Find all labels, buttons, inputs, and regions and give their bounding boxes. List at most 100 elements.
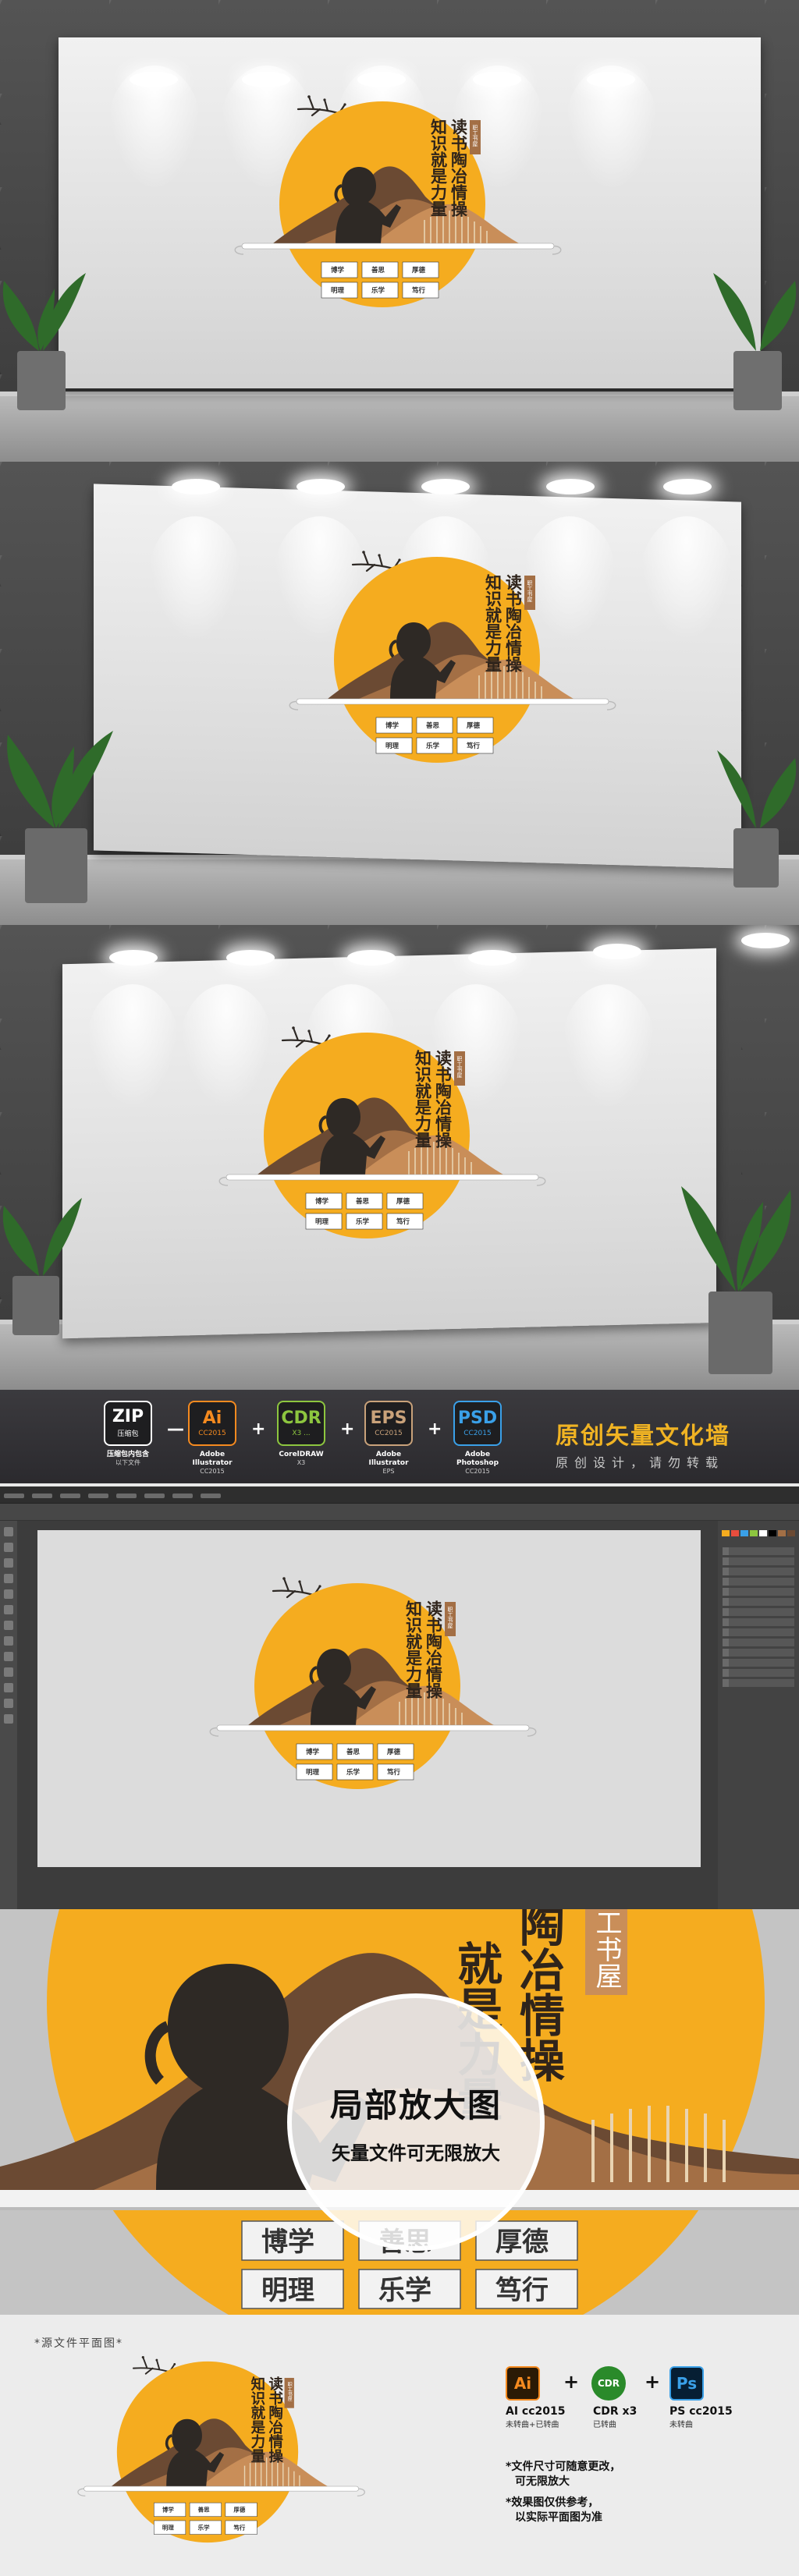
tile-label: 乐学 (378, 2275, 431, 2306)
gradient-tool-icon[interactable] (4, 1667, 13, 1677)
layer-row[interactable] (723, 1659, 794, 1667)
mockup-scene-3: 读书陶冶情操 知识就是力量 职工书屋 博学 善思 厚德 明理 乐学 笃行 (0, 925, 799, 1390)
tile-label: 明理 (162, 2524, 174, 2531)
layer-row[interactable] (723, 1679, 794, 1687)
brand-subtitle: 原创设计，请勿转载 (556, 1455, 725, 1470)
tile-label: 博学 (162, 2506, 174, 2514)
tile-label: 善思 (356, 1197, 370, 1206)
tile-label: 笃行 (396, 1217, 410, 1226)
spotlight (109, 950, 158, 966)
tile-label: 善思 (371, 266, 385, 275)
potted-plant-right (681, 1186, 791, 1374)
layer-row[interactable] (723, 1568, 794, 1575)
culture-wall-emblem: 读书陶冶情操 知识就是力量 职工书屋 博学 善思 厚德 明理 乐学 笃行 (226, 87, 563, 345)
rotate-tool-icon[interactable] (4, 1636, 13, 1646)
control-bar (0, 1504, 799, 1521)
tile-label: 明理 (315, 1218, 329, 1226)
spotlight (130, 72, 178, 87)
eyedropper-tool-icon[interactable] (4, 1683, 13, 1692)
layer-row[interactable] (723, 1598, 794, 1606)
note-text: *效果图仅供参考， (506, 2496, 599, 2509)
culture-wall-emblem: 读书陶冶情操 知识就是力量 职工书屋 博学 善思 厚德 明理 乐学 笃行 (211, 1019, 547, 1276)
rectangle-tool-icon[interactable] (4, 1605, 13, 1614)
tile-label: 博学 (315, 1197, 329, 1206)
tile-label: 厚德 (396, 1197, 410, 1206)
title-left: 知识就是力量 (429, 118, 449, 217)
tile-label: 笃行 (466, 742, 481, 750)
layer-row[interactable] (723, 1649, 794, 1657)
tile-label: 善思 (198, 2506, 210, 2514)
potted-plant-left (7, 731, 113, 903)
zip-icon: ZIP 压缩包 (104, 1401, 152, 1446)
tile-label: 乐学 (346, 1768, 360, 1777)
layer-row[interactable] (723, 1578, 794, 1586)
tile-label: 博学 (385, 721, 400, 730)
software-caption: PS cc2015 未转曲 (669, 2405, 733, 2429)
illustrator-icon: Ai CC2015 (188, 1401, 236, 1446)
selection-tool-icon[interactable] (4, 1527, 13, 1536)
stamp-text: 职工书屋 (472, 125, 478, 147)
title-left: 知识就是力量 (404, 1600, 424, 1699)
layer-row[interactable] (723, 1557, 794, 1565)
spotlight (593, 944, 641, 959)
menu-bar (0, 1486, 799, 1504)
potted-plant-right (713, 273, 797, 410)
magnifier-lens: 局部放大图 矢量文件可无限放大 (287, 1993, 545, 2251)
tile-label: 厚德 (233, 2506, 245, 2514)
scale-tool-icon[interactable] (4, 1652, 13, 1661)
zoom-tool-icon[interactable] (4, 1714, 13, 1724)
layers-panel (718, 1521, 799, 1909)
layer-row[interactable] (723, 1608, 794, 1616)
culture-wall-emblem: 读书陶冶情操 知识就是力量 职工书屋 博学 善思 厚德 明理 乐学 笃行 (201, 1569, 538, 1827)
spotlight (546, 479, 595, 494)
title-right: 读书陶冶情操 (504, 574, 524, 672)
note-text: 以实际平面图为准 (515, 2511, 602, 2524)
flat-view-label: *源文件平面图* (34, 2337, 123, 2350)
stamp-text: 职工书屋 (456, 1056, 463, 1079)
pen-tool-icon[interactable] (4, 1558, 13, 1568)
title-right: 读书陶冶情操 (449, 119, 469, 217)
tools-panel (0, 1521, 17, 1909)
spotlight (741, 933, 790, 948)
source-file-flat-view: *源文件平面图* 读书陶冶情操 知识就是力量 职工书屋 博学 善思 厚德 明理 … (0, 2315, 799, 2576)
spotlight (242, 72, 290, 87)
spotlight (357, 72, 406, 87)
stamp-text: 职工书屋 (447, 1607, 453, 1629)
layer-row[interactable] (723, 1669, 794, 1677)
layer-row[interactable] (723, 1639, 794, 1646)
culture-wall-emblem: 读书陶冶情操 知识就是力量 职工书屋 博学 善思 厚德 明理 乐学 笃行 (70, 2349, 406, 2576)
tile-label: 明理 (306, 1769, 320, 1777)
tile-label: 厚德 (387, 1748, 401, 1756)
brush-tool-icon[interactable] (4, 1621, 13, 1630)
zoom-subtitle: 矢量文件可无限放大 (332, 2142, 500, 2164)
illustrator-icon: Ai (506, 2366, 540, 2401)
spotlight (663, 479, 712, 494)
photoshop-icon: PSD CC2015 (453, 1401, 502, 1446)
potted-plant-left (2, 273, 86, 410)
tile-label: 博学 (331, 266, 345, 275)
direct-select-tool-icon[interactable] (4, 1543, 13, 1552)
spotlight (226, 950, 275, 966)
layer-row[interactable] (723, 1618, 794, 1626)
zoom-detail: 就是力量 陶冶情操 工书屋 博学 善思 厚德 明理 乐学 笃行 局部放大图 矢量… (0, 1909, 799, 2315)
line-tool-icon[interactable] (4, 1589, 13, 1599)
layer-row[interactable] (723, 1588, 794, 1596)
hand-tool-icon[interactable] (4, 1699, 13, 1708)
artboard[interactable]: 读书陶冶情操 知识就是力量 职工书屋 博学 善思 厚德 明理 乐学 笃行 (37, 1530, 701, 1867)
layer-row[interactable] (723, 1628, 794, 1636)
software-caption: CDR x3 已转曲 (593, 2405, 637, 2429)
title-left: 知识就是力量 (249, 2376, 265, 2463)
photoshop-icon: Ps (669, 2366, 704, 2401)
type-tool-icon[interactable] (4, 1574, 13, 1583)
tile-label: 乐学 (198, 2523, 210, 2531)
floor (0, 392, 799, 462)
tile-label: 厚德 (412, 266, 426, 275)
design-software-window: 读书陶冶情操 知识就是力量 职工书屋 博学 善思 厚德 明理 乐学 笃行 (0, 1486, 799, 1909)
format-eps: EPS CC2015 Adobe Illustrator EPS (360, 1401, 417, 1476)
layer-row[interactable] (723, 1547, 794, 1555)
tile-label: 善思 (426, 721, 440, 730)
spotlight (473, 72, 521, 87)
tile-label: 笃行 (411, 286, 426, 295)
coreldraw-icon: CDR (591, 2366, 626, 2401)
eps-icon: EPS CC2015 (364, 1401, 413, 1446)
